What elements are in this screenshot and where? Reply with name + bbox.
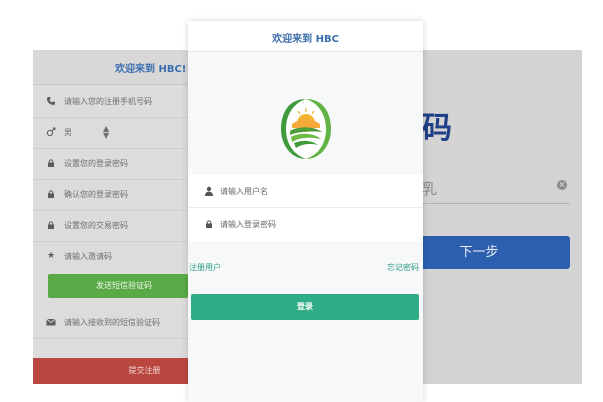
lock-icon	[46, 189, 56, 199]
login-password-field[interactable]: 设置您的登录密码	[33, 149, 188, 180]
invite-code-field[interactable]: ★ 请输入邀请码	[33, 242, 188, 272]
register-link[interactable]: 注册用户	[189, 262, 221, 273]
star-icon: ★	[46, 251, 56, 261]
login-form	[188, 175, 423, 241]
register-title: 欢迎来到 HBC!	[115, 64, 187, 75]
sms-code-field[interactable]: 请输入接收到的短信验证码	[33, 308, 188, 339]
gender-select[interactable]: 男 ▲ ▼	[33, 118, 188, 149]
field-underline	[416, 203, 570, 204]
register-header: 欢迎来到 HBC!	[33, 50, 188, 85]
register-screen: 欢迎来到 HBC! 请输入您的注册手机号码 男 ▲ ▼ 设置您的登录密码 确认您的…	[33, 50, 188, 384]
code-field-text[interactable]: 乳	[422, 178, 437, 199]
select-arrows-icon: ▲ ▼	[103, 124, 110, 140]
password-input[interactable]	[220, 215, 400, 233]
next-step-screen: 码 乳 × 下一步	[416, 50, 582, 384]
gender-icon	[46, 127, 56, 137]
hbc-logo	[278, 96, 334, 162]
login-screen: 欢迎来到 HBC 注册用户	[188, 21, 423, 402]
login-header: 欢迎来到 HBC	[188, 21, 423, 52]
envelope-icon	[46, 317, 56, 327]
confirm-password-field[interactable]: 确认您的登录密码	[33, 180, 188, 211]
phone-icon	[46, 96, 56, 106]
confirm-password-placeholder: 确认您的登录密码	[64, 190, 128, 199]
invite-code-placeholder: 请输入邀请码	[64, 252, 112, 261]
trade-password-placeholder: 设置您的交易密码	[64, 221, 128, 230]
trade-password-field[interactable]: 设置您的交易密码	[33, 211, 188, 242]
submit-register-button[interactable]: 提交注册	[33, 358, 188, 384]
gender-value: 男	[64, 128, 72, 137]
lock-icon	[46, 220, 56, 230]
username-input[interactable]	[220, 182, 400, 200]
lock-icon	[204, 219, 214, 229]
username-row	[188, 175, 423, 208]
login-password-placeholder: 设置您的登录密码	[64, 159, 128, 168]
password-row	[188, 208, 423, 240]
login-title: 欢迎来到 HBC	[272, 34, 339, 45]
forgot-password-link[interactable]: 忘记密码	[387, 262, 419, 273]
login-button[interactable]: 登录	[191, 294, 419, 320]
send-sms-code-button[interactable]: 发送短信验证码	[48, 274, 188, 298]
clear-icon[interactable]: ×	[557, 180, 567, 190]
phone-placeholder: 请输入您的注册手机号码	[64, 97, 152, 106]
sms-code-placeholder: 请输入接收到的短信验证码	[64, 318, 160, 327]
next-step-button[interactable]: 下一步	[416, 236, 570, 269]
user-icon	[204, 186, 214, 196]
lock-icon	[46, 158, 56, 168]
phone-field[interactable]: 请输入您的注册手机号码	[33, 87, 188, 118]
screen-heading-fragment: 码	[422, 111, 452, 146]
